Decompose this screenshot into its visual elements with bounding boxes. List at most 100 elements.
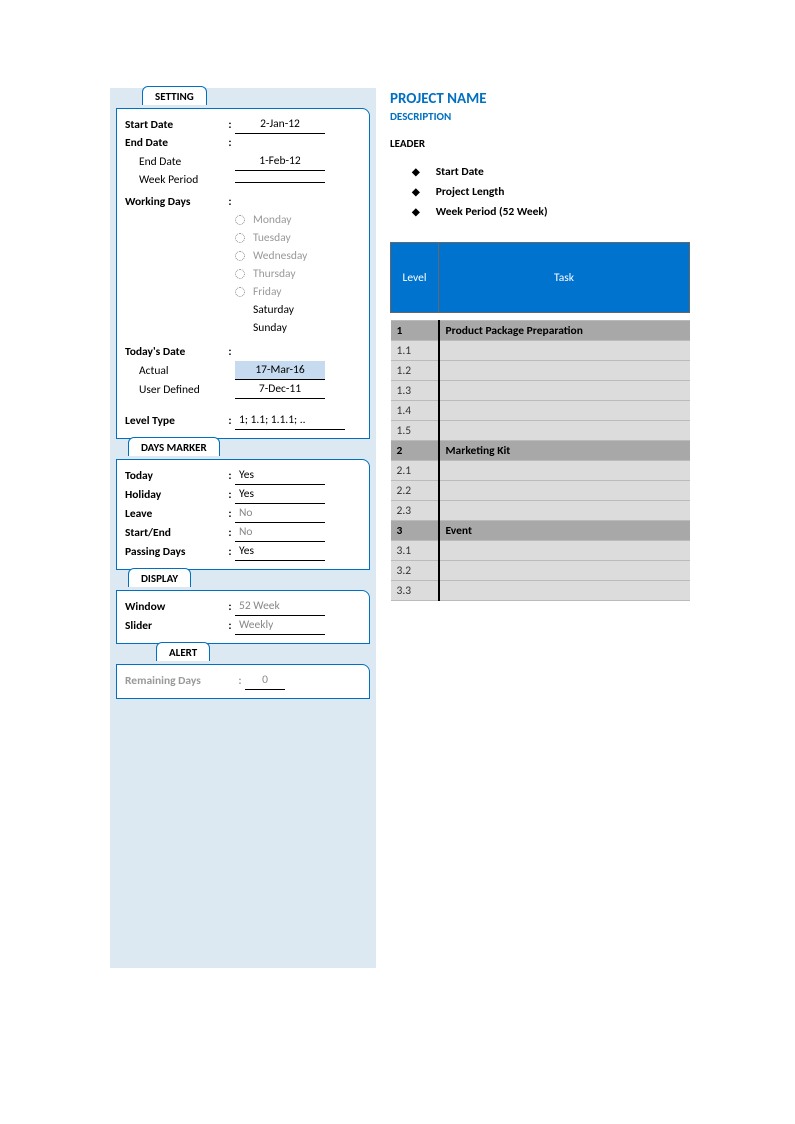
label-end-date-sub: End Date [125, 153, 225, 171]
list-item: Start Date [412, 162, 690, 182]
main-content: PROJECT NAME DESCRIPTION LEADER Start Da… [390, 88, 690, 601]
label-window: Window [125, 598, 225, 616]
label-passing-days: Passing Days [125, 543, 225, 561]
value-end-date[interactable]: 1-Feb-12 [235, 152, 325, 171]
section-days-marker: Today:Yes Holiday:Yes Leave:No Start/End… [116, 459, 370, 570]
label-start-end: Start/End [125, 524, 225, 542]
workday-saturday[interactable]: Saturday [125, 301, 361, 319]
cell-task [439, 401, 690, 421]
cell-task: Marketing Kit [439, 441, 690, 461]
value-window[interactable]: 52 Week [235, 597, 325, 616]
workday-label: Thursday [253, 265, 296, 283]
cell-level: 1.1 [391, 341, 439, 361]
cell-level: 3.3 [391, 581, 439, 601]
table-row[interactable]: 3.2 [391, 561, 690, 581]
value-actual-date: 17-Mar-16 [235, 361, 325, 380]
header-level: Level [391, 243, 439, 313]
value-holiday[interactable]: Yes [235, 485, 325, 504]
cell-level: 3 [391, 521, 439, 541]
workday-thursday[interactable]: Thursday [125, 265, 361, 283]
table-row[interactable]: 3.1 [391, 541, 690, 561]
cell-task [439, 561, 690, 581]
workday-wednesday[interactable]: Wednesday [125, 247, 361, 265]
project-facts-list: Start Date Project Length Week Period (5… [412, 162, 690, 222]
section-alert: Remaining Days:0 [116, 664, 370, 699]
list-item: Week Period (52 Week) [412, 202, 690, 222]
workday-label: Tuesday [253, 229, 291, 247]
table-row[interactable]: 2.2 [391, 481, 690, 501]
cell-level: 1 [391, 321, 439, 341]
settings-sidebar: SETTING Start Date : 2-Jan-12 End Date :… [110, 88, 376, 968]
project-name: PROJECT NAME [390, 90, 690, 108]
workday-label: Sunday [253, 319, 287, 337]
cell-level: 1.5 [391, 421, 439, 441]
tab-days-marker[interactable]: DAYS MARKER [128, 437, 220, 456]
workday-tuesday[interactable]: Tuesday [125, 229, 361, 247]
cell-level: 1.4 [391, 401, 439, 421]
cell-level: 3.2 [391, 561, 439, 581]
workday-label: Friday [253, 283, 281, 301]
table-row[interactable]: 1Product Package Preparation [391, 321, 690, 341]
label-week-period: Week Period [125, 171, 225, 189]
label-start-date: Start Date [125, 116, 225, 134]
radio-icon [235, 251, 245, 261]
tab-alert[interactable]: ALERT [156, 642, 210, 661]
label-leave: Leave [125, 505, 225, 523]
cell-level: 2.3 [391, 501, 439, 521]
label-today: Today [125, 467, 225, 485]
label-remaining-days: Remaining Days [125, 672, 235, 690]
cell-level: 2.1 [391, 461, 439, 481]
value-today[interactable]: Yes [235, 466, 325, 485]
table-row[interactable]: 1.5 [391, 421, 690, 441]
cell-task [439, 581, 690, 601]
table-row[interactable]: 2Marketing Kit [391, 441, 690, 461]
project-description: DESCRIPTION [390, 110, 690, 123]
workday-label: Saturday [253, 301, 294, 319]
section-setting: Start Date : 2-Jan-12 End Date : End Dat… [116, 108, 370, 439]
cell-level: 2 [391, 441, 439, 461]
header-task: Task [439, 243, 690, 313]
radio-icon [235, 233, 245, 243]
cell-task: Product Package Preparation [439, 321, 690, 341]
tab-setting[interactable]: SETTING [142, 86, 207, 105]
value-remaining-days[interactable]: 0 [245, 671, 285, 690]
table-row[interactable]: 2.1 [391, 461, 690, 481]
value-start-date[interactable]: 2-Jan-12 [235, 115, 325, 134]
value-leave[interactable]: No [235, 504, 325, 523]
workday-monday[interactable]: Monday [125, 211, 361, 229]
workday-label: Monday [253, 211, 291, 229]
table-row[interactable]: 1.2 [391, 361, 690, 381]
label-end-date: End Date [125, 134, 225, 152]
tab-display[interactable]: DISPLAY [128, 568, 191, 587]
radio-icon [235, 287, 245, 297]
label-todays-date: Today's Date [125, 343, 225, 361]
table-row[interactable]: 1.4 [391, 401, 690, 421]
label-level-type: Level Type [125, 412, 225, 430]
table-row[interactable]: 2.3 [391, 501, 690, 521]
cell-task [439, 481, 690, 501]
table-row[interactable]: 3.3 [391, 581, 690, 601]
project-leader: LEADER [390, 137, 690, 150]
table-row[interactable]: 1.3 [391, 381, 690, 401]
value-start-end[interactable]: No [235, 523, 325, 542]
cell-level: 2.2 [391, 481, 439, 501]
label-working-days: Working Days [125, 193, 225, 211]
value-user-defined-date[interactable]: 7-Dec-11 [235, 380, 325, 399]
value-passing-days[interactable]: Yes [235, 542, 325, 561]
cell-level: 1.3 [391, 381, 439, 401]
value-level-type[interactable]: 1; 1.1; 1.1.1; .. [235, 411, 345, 430]
cell-task [439, 421, 690, 441]
label-user-defined: User Defined [125, 381, 225, 399]
value-week-period[interactable] [235, 182, 325, 183]
cell-task [439, 341, 690, 361]
workday-sunday[interactable]: Sunday [125, 319, 361, 337]
value-slider[interactable]: Weekly [235, 616, 325, 635]
table-row[interactable]: 1.1 [391, 341, 690, 361]
workday-friday[interactable]: Friday [125, 283, 361, 301]
cell-level: 3.1 [391, 541, 439, 561]
workday-label: Wednesday [253, 247, 307, 265]
radio-icon [235, 269, 245, 279]
table-row[interactable]: 3Event [391, 521, 690, 541]
cell-task: Event [439, 521, 690, 541]
label-holiday: Holiday [125, 486, 225, 504]
